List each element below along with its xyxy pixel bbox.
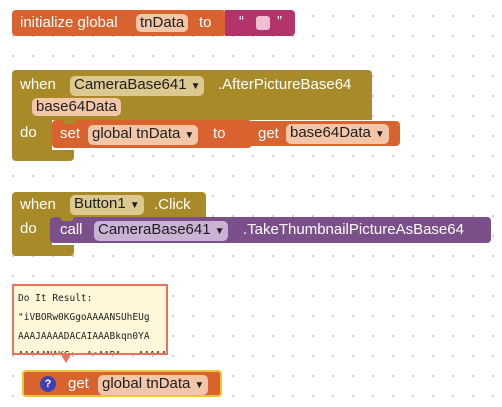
button-event-when-label: when xyxy=(20,196,56,213)
dropdown-arrow-icon: ▼ xyxy=(194,380,205,391)
set-var-name: global tnData xyxy=(92,125,181,142)
camera-component-dropdown[interactable]: CameraBase641 ▼ xyxy=(70,76,205,96)
call-method-label: .TakeThumbnailPictureAsBase64 xyxy=(243,221,464,238)
do-it-result-title: Do It Result: xyxy=(18,293,93,304)
button-event-do-label: do xyxy=(20,220,37,237)
set-var-dropdown[interactable]: global tnData ▼ xyxy=(88,125,199,145)
button-event-name-label: .Click xyxy=(154,196,191,213)
get-global-label: get xyxy=(68,375,89,392)
button-click-event-block[interactable]: when Button1 ▼ .Click xyxy=(12,192,206,217)
dropdown-arrow-icon: ▼ xyxy=(129,200,140,211)
event-when-label: when xyxy=(20,76,56,93)
get-label: get xyxy=(258,125,279,142)
get-global-var-name: global tnData xyxy=(102,375,191,392)
dropdown-arrow-icon: ▼ xyxy=(184,130,195,141)
do-it-result-bubble-tail xyxy=(60,353,72,363)
event-name-label: .AfterPictureBase64 xyxy=(218,76,352,93)
question-mark-icon[interactable]: ? xyxy=(40,376,56,392)
initialize-global-keyword: initialize global xyxy=(20,14,118,31)
call-label: call xyxy=(60,221,83,238)
dropdown-arrow-icon: ▼ xyxy=(374,129,385,140)
dropdown-arrow-icon: ▼ xyxy=(214,226,225,237)
text-value-field[interactable] xyxy=(256,16,270,30)
camera-after-picture-event-block[interactable]: when CameraBase641 ▼ .AfterPictureBase64 … xyxy=(12,70,372,120)
dropdown-arrow-icon: ▼ xyxy=(190,81,201,92)
set-global-block[interactable]: set global tnData ▼ to xyxy=(52,119,252,148)
get-global-var-dropdown[interactable]: global tnData ▼ xyxy=(98,375,209,395)
do-it-result-line-1: "iVBORw0KGgoAAAANSUhEUg xyxy=(18,312,150,323)
text-quote-close: ” xyxy=(277,13,282,30)
global-var-name-field[interactable]: tnData xyxy=(136,14,189,32)
set-block-notch xyxy=(62,119,76,124)
button-event-bottom-bar xyxy=(12,245,74,256)
do-it-result-bubble: Do It Result: "iVBORw0KGgoAAAANSUhEUg AA… xyxy=(12,284,168,355)
get-var-name: base64Data xyxy=(290,124,371,141)
initialize-global-block[interactable]: initialize global tnData to xyxy=(12,10,226,36)
set-label: set xyxy=(60,125,81,142)
set-to-label: to xyxy=(213,125,226,142)
call-component-dropdown[interactable]: CameraBase641 ▼ xyxy=(94,221,229,241)
event-do-label: do xyxy=(20,124,37,141)
get-param-block[interactable]: get base64Data ▼ xyxy=(250,121,400,146)
text-string-block[interactable]: “ ” xyxy=(225,10,295,36)
camera-event-left-rail: do xyxy=(12,118,52,150)
call-component-name: CameraBase641 xyxy=(98,221,211,238)
button-component-name: Button1 xyxy=(74,195,126,212)
init-to-label: to xyxy=(199,14,212,31)
do-it-result-line-2: AAAJAAAADACAIAAABkqn0YA xyxy=(18,331,150,342)
get-var-dropdown[interactable]: base64Data ▼ xyxy=(286,124,389,144)
call-take-thumbnail-block[interactable]: call CameraBase641 ▼ .TakeThumbnailPictur… xyxy=(50,216,491,243)
event-param-base64data[interactable]: base64Data xyxy=(32,98,121,116)
do-it-result-line-3: AAAAANAKG+..AsAABA...AAAAA xyxy=(18,346,166,353)
button-event-left-rail: do xyxy=(12,216,52,246)
camera-event-bottom-bar xyxy=(12,150,74,161)
button-component-dropdown[interactable]: Button1 ▼ xyxy=(70,195,144,215)
camera-component-name: CameraBase641 xyxy=(74,76,187,93)
text-quote-open: “ xyxy=(239,13,244,30)
